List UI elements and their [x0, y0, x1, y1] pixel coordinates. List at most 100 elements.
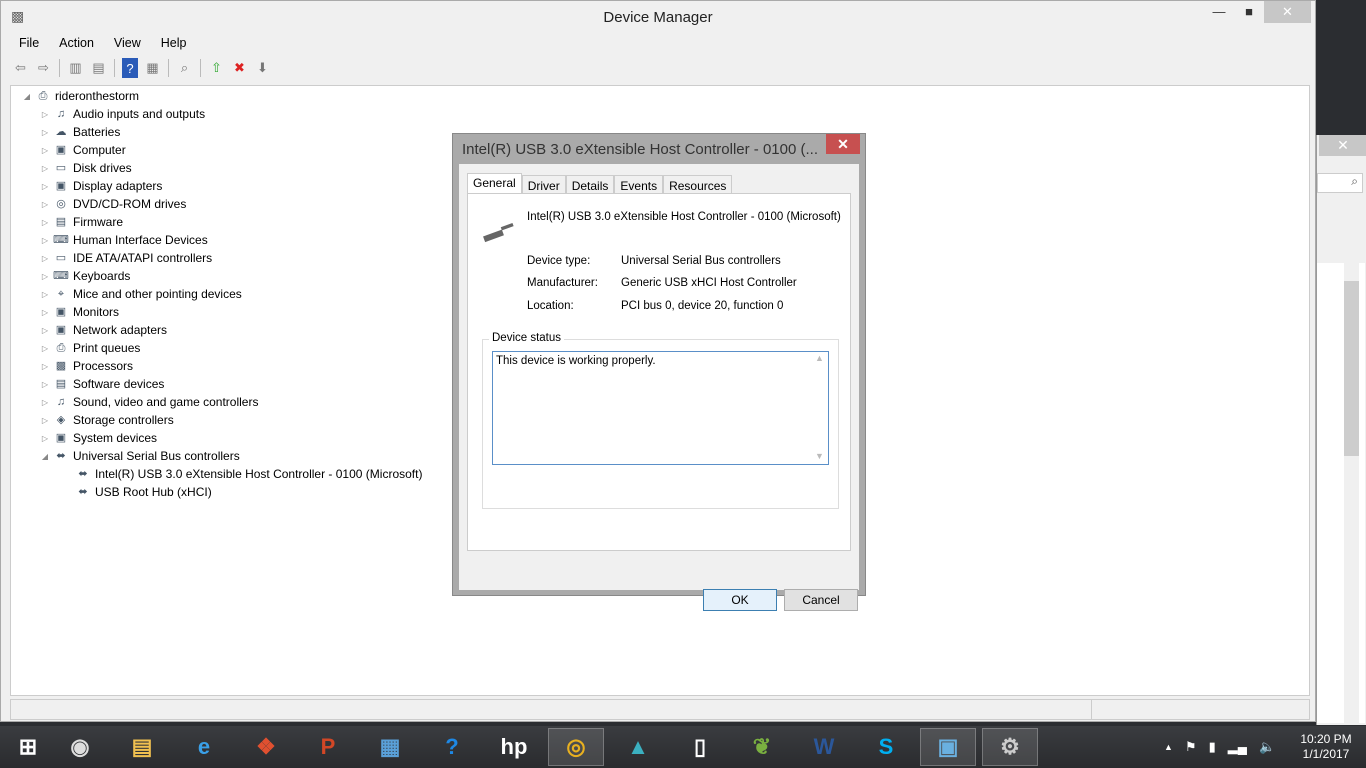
menu-help[interactable]: Help: [151, 34, 197, 52]
expand-arrow-icon[interactable]: ▷: [39, 110, 51, 119]
collapse-arrow-icon[interactable]: ◢: [39, 452, 51, 461]
calculator-taskbar-button[interactable]: ▦: [362, 728, 418, 766]
network-signal-icon[interactable]: ▂▄: [1228, 739, 1247, 755]
tree-category[interactable]: ▷ ▣ Display adapters: [39, 177, 162, 195]
tree-category[interactable]: ▷ ▣ Computer: [39, 141, 126, 159]
forward-icon[interactable]: ⇨: [32, 58, 55, 78]
file-explorer-taskbar-button[interactable]: ▤: [114, 728, 170, 766]
expand-arrow-icon[interactable]: ▷: [39, 326, 51, 335]
scan-hardware-icon[interactable]: ⌕: [173, 58, 196, 78]
tree-category[interactable]: ▷ ☁ Batteries: [39, 123, 120, 141]
back-icon[interactable]: ⇦: [9, 58, 32, 78]
tab-details[interactable]: Details: [565, 175, 615, 195]
tree-category[interactable]: ▷ ▤ Software devices: [39, 375, 164, 393]
expand-arrow-icon[interactable]: ▷: [39, 164, 51, 173]
volume-icon[interactable]: 🔈: [1259, 739, 1275, 755]
tree-category[interactable]: ▷ ◈ Storage controllers: [39, 411, 174, 429]
cancel-button[interactable]: Cancel: [784, 589, 858, 611]
scroll-up-icon[interactable]: ▲: [812, 353, 827, 363]
blank-document-taskbar-button[interactable]: ▯: [672, 728, 728, 766]
tab-events[interactable]: Events: [614, 175, 664, 195]
clock[interactable]: 10:20 PM 1/1/2017: [1290, 732, 1362, 762]
expand-arrow-icon[interactable]: ▷: [39, 254, 51, 263]
word-taskbar-button[interactable]: W: [796, 728, 852, 766]
tree-root[interactable]: ◢ ⎙ rideronthestorm: [21, 87, 139, 105]
tab-driver[interactable]: Driver: [521, 175, 566, 195]
tree-category[interactable]: ▷ ♫ Sound, video and game controllers: [39, 393, 259, 411]
tree-device[interactable]: ⬌ Intel(R) USB 3.0 eXtensible Host Contro…: [73, 465, 422, 483]
expand-arrow-icon[interactable]: ▷: [39, 200, 51, 209]
ok-button[interactable]: OK: [703, 589, 777, 611]
textbox-scrollbar[interactable]: ▲ ▼: [812, 353, 827, 463]
tree-category[interactable]: ▷ ♫ Audio inputs and outputs: [39, 105, 205, 123]
close-button[interactable]: ✕: [1264, 1, 1311, 23]
expand-arrow-icon[interactable]: ▷: [39, 236, 51, 245]
tree-category[interactable]: ▷ ⌖ Mice and other pointing devices: [39, 285, 242, 303]
scrollbar-thumb[interactable]: [1344, 281, 1359, 456]
expand-arrow-icon[interactable]: ▷: [39, 398, 51, 407]
battery-icon[interactable]: ▮: [1209, 739, 1216, 755]
tree-category[interactable]: ▷ ▣ Monitors: [39, 303, 119, 321]
expand-arrow-icon[interactable]: ▷: [39, 128, 51, 137]
puzzle-app-taskbar-button[interactable]: ❖: [238, 728, 294, 766]
expand-arrow-icon[interactable]: ▷: [39, 272, 51, 281]
tab-resources[interactable]: Resources: [663, 175, 733, 195]
green-app-taskbar-button[interactable]: ❦: [734, 728, 790, 766]
menu-file[interactable]: File: [9, 34, 49, 52]
tree-category[interactable]: ▷ ▭ Disk drives: [39, 159, 132, 177]
tree-category[interactable]: ▷ ▤ Firmware: [39, 213, 123, 231]
properties-icon[interactable]: ▤: [87, 58, 110, 78]
expand-arrow-icon[interactable]: ▷: [39, 146, 51, 155]
tree-category[interactable]: ▷ ▣ System devices: [39, 429, 157, 447]
expand-arrow-icon[interactable]: ▷: [39, 416, 51, 425]
tree-category[interactable]: ▷ ⎙ Print queues: [39, 339, 140, 357]
expand-arrow-icon[interactable]: ▷: [39, 434, 51, 443]
chrome-taskbar-button[interactable]: ◎: [548, 728, 604, 766]
skype-taskbar-button[interactable]: S: [858, 728, 914, 766]
dialog-close-button[interactable]: ✕: [826, 134, 860, 154]
internet-explorer-taskbar-button[interactable]: e: [176, 728, 232, 766]
tree-category[interactable]: ▷ ▩ Processors: [39, 357, 133, 375]
disable-device-icon[interactable]: ⬇: [251, 58, 274, 78]
show-hide-console-tree-icon[interactable]: ▥: [64, 58, 87, 78]
background-scrollbar[interactable]: [1344, 263, 1359, 723]
tree-category[interactable]: ▷ ⌨ Human Interface Devices: [39, 231, 208, 249]
help-app-taskbar-button[interactable]: ?: [424, 728, 480, 766]
collapse-arrow-icon[interactable]: ◢: [21, 92, 33, 101]
show-hidden-icons-button[interactable]: ▲: [1164, 742, 1173, 752]
expand-arrow-icon[interactable]: ▷: [39, 344, 51, 353]
hp-app-taskbar-button[interactable]: hp: [486, 728, 542, 766]
tree-category[interactable]: ◢ ⬌ Universal Serial Bus controllers: [39, 447, 240, 465]
menu-view[interactable]: View: [104, 34, 151, 52]
tree-category[interactable]: ▷ ▭ IDE ATA/ATAPI controllers: [39, 249, 212, 267]
expand-arrow-icon[interactable]: ▷: [39, 308, 51, 317]
start-button[interactable]: ⊞: [0, 728, 56, 766]
menu-action[interactable]: Action: [49, 34, 104, 52]
update-driver-icon[interactable]: ⇧: [205, 58, 228, 78]
device-status-textbox[interactable]: This device is working properly. ▲ ▼: [492, 351, 829, 465]
action-center-flag-icon[interactable]: ⚑: [1185, 739, 1197, 755]
background-window-close-button[interactable]: ✕: [1319, 135, 1366, 156]
expand-arrow-icon[interactable]: ▷: [39, 380, 51, 389]
expand-arrow-icon[interactable]: ▷: [39, 182, 51, 191]
tree-category[interactable]: ▷ ◎ DVD/CD-ROM drives: [39, 195, 186, 213]
expand-arrow-icon[interactable]: ▷: [39, 218, 51, 227]
control-panel-taskbar-button[interactable]: ▣: [920, 728, 976, 766]
uninstall-icon[interactable]: ✖: [228, 58, 251, 78]
help-icon[interactable]: ?: [122, 58, 138, 78]
scroll-down-icon[interactable]: ▼: [812, 451, 827, 461]
expand-arrow-icon[interactable]: ▷: [39, 362, 51, 371]
background-search-box[interactable]: ⌕: [1317, 173, 1363, 193]
minimize-button[interactable]: —: [1204, 1, 1234, 23]
tab-general[interactable]: General: [467, 173, 522, 195]
maximize-button[interactable]: ■: [1234, 1, 1264, 23]
device-manager-taskbar-button[interactable]: ⚙: [982, 728, 1038, 766]
photos-app-taskbar-button[interactable]: ▲: [610, 728, 666, 766]
show-hide-action-pane-icon[interactable]: ▦: [141, 58, 164, 78]
webcam-app-taskbar-button[interactable]: ◉: [52, 728, 108, 766]
tree-category[interactable]: ▷ ⌨ Keyboards: [39, 267, 130, 285]
tree-category[interactable]: ▷ ▣ Network adapters: [39, 321, 167, 339]
expand-arrow-icon[interactable]: ▷: [39, 290, 51, 299]
powerpoint-taskbar-button[interactable]: P: [300, 728, 356, 766]
tree-device[interactable]: ⬌ USB Root Hub (xHCI): [73, 483, 211, 501]
